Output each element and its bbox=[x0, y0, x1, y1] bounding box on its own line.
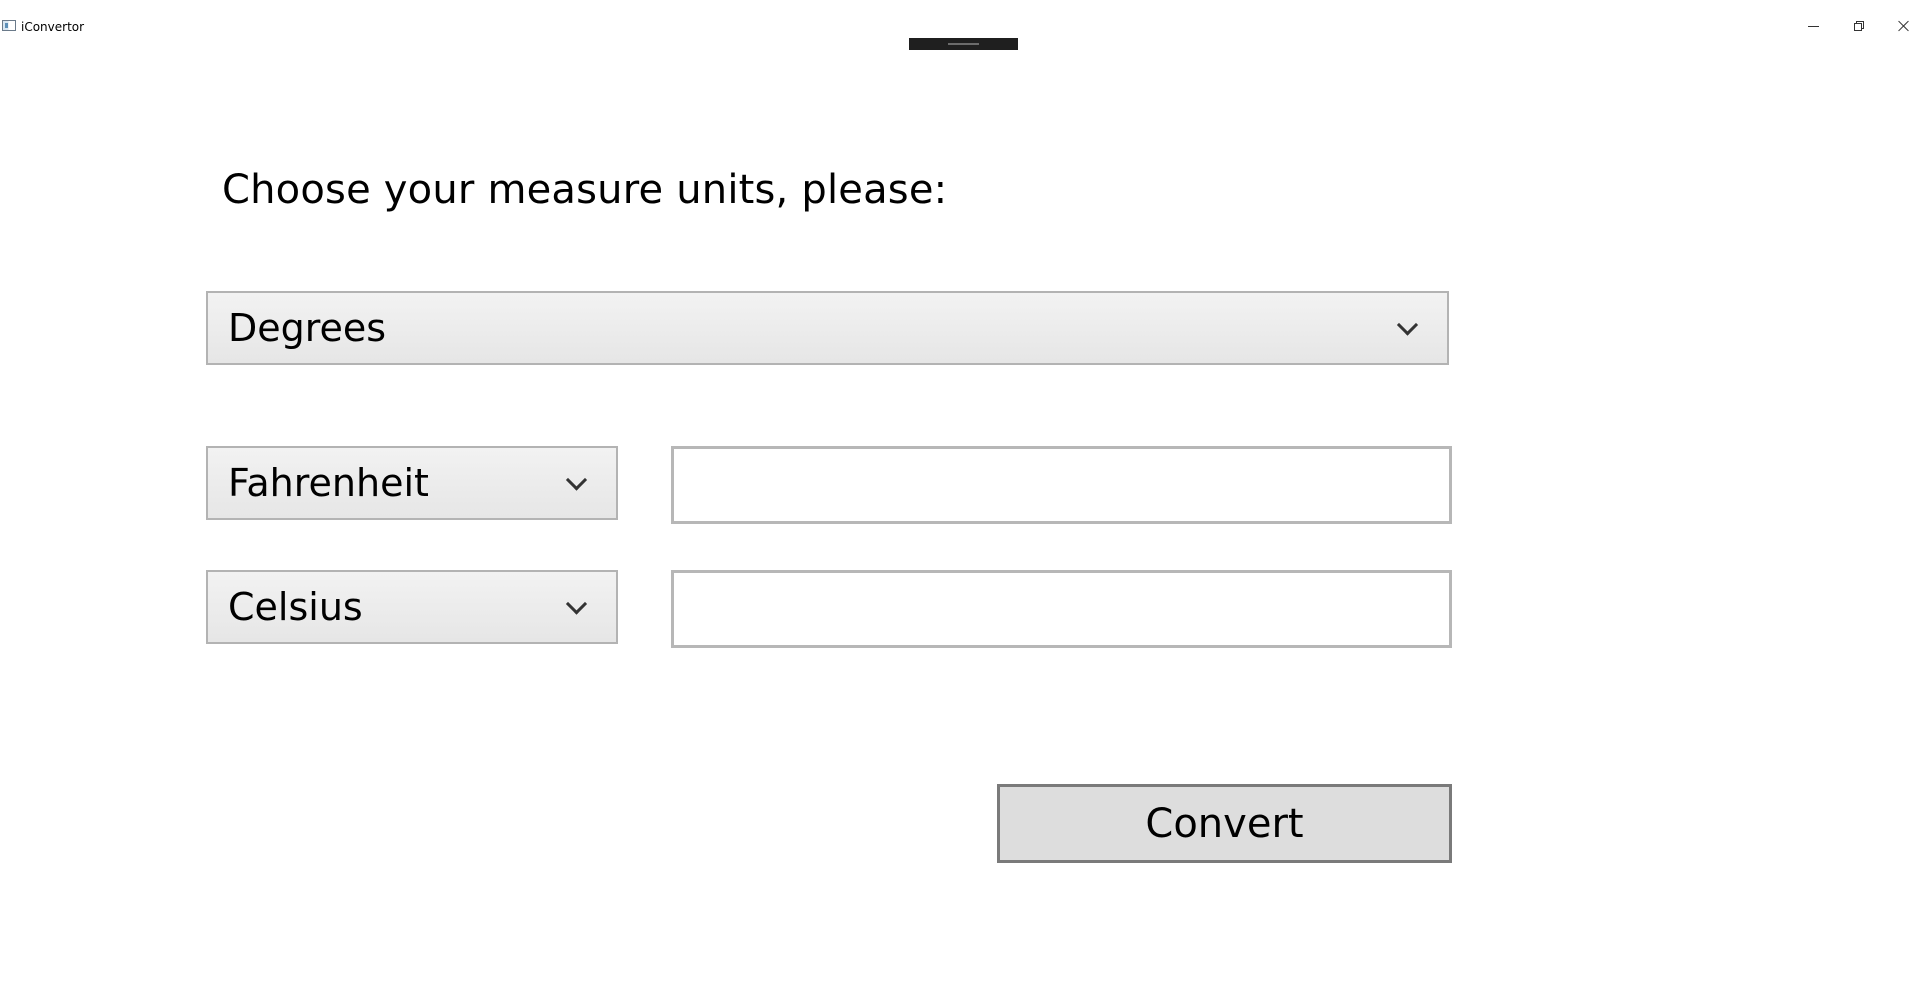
restore-button[interactable] bbox=[1839, 10, 1879, 42]
from-value-input[interactable] bbox=[671, 446, 1452, 524]
restore-icon bbox=[1853, 20, 1865, 32]
title-bar: iConvertor bbox=[0, 0, 1919, 52]
from-unit-select[interactable]: Fahrenheit bbox=[206, 446, 618, 520]
chevron-down-icon bbox=[565, 593, 588, 615]
category-select[interactable]: Degrees bbox=[206, 291, 1449, 365]
category-select-value: Degrees bbox=[228, 306, 387, 350]
minimize-icon bbox=[1807, 25, 1819, 27]
chevron-down-icon bbox=[1396, 314, 1419, 336]
window-title: iConvertor bbox=[21, 20, 85, 34]
convert-button[interactable]: Convert bbox=[997, 784, 1452, 863]
chevron-down-icon bbox=[565, 469, 588, 491]
minimize-button[interactable] bbox=[1793, 10, 1833, 42]
to-unit-select-value: Celsius bbox=[228, 585, 363, 629]
page-prompt: Choose your measure units, please: bbox=[222, 167, 948, 213]
to-unit-select[interactable]: Celsius bbox=[206, 570, 618, 644]
drag-handle[interactable] bbox=[909, 38, 1018, 50]
app-icon bbox=[2, 20, 16, 31]
from-unit-select-value: Fahrenheit bbox=[228, 461, 429, 505]
close-button[interactable] bbox=[1884, 10, 1919, 42]
to-value-input[interactable] bbox=[671, 570, 1452, 648]
close-icon bbox=[1898, 20, 1910, 32]
